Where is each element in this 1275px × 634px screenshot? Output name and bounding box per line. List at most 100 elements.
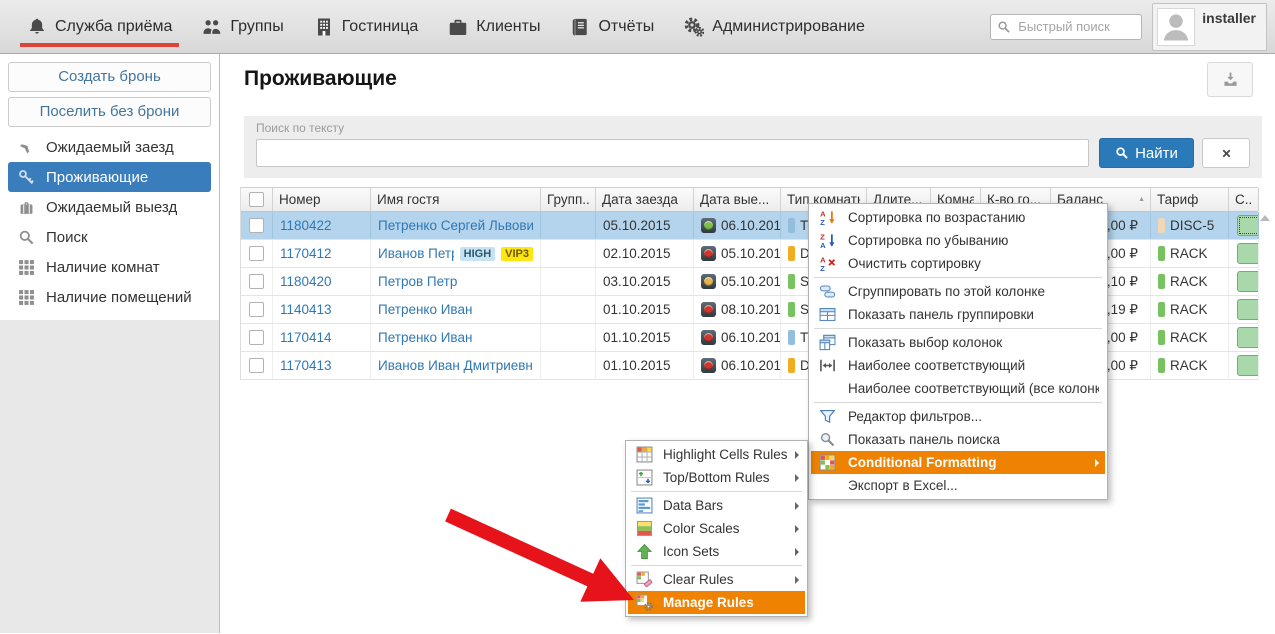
- tab-bell[interactable]: Служба приёма: [12, 0, 187, 53]
- column-label: Имя гостя: [377, 192, 439, 207]
- export-button[interactable]: [1207, 62, 1253, 97]
- guest-badge-vip: VIP3: [501, 247, 533, 261]
- column-header-number[interactable]: Номер: [273, 188, 371, 211]
- cell-arrival: 02.10.2015: [596, 240, 694, 267]
- menu-item-sort-descending[interactable]: ZAСортировка по убыванию: [811, 229, 1105, 252]
- guest-name-link[interactable]: Петренко Иван: [378, 330, 472, 345]
- row-checkbox[interactable]: [249, 274, 264, 289]
- menu-item-color-scales[interactable]: Color Scales: [628, 517, 805, 540]
- menu-item-export-excel[interactable]: Экспорт в Excel...: [811, 474, 1105, 497]
- status-light-green-icon: [701, 218, 716, 233]
- menu-item-conditional-formatting[interactable]: Conditional Formatting: [811, 451, 1105, 474]
- column-label: Тариф: [1157, 192, 1198, 207]
- tab-gears[interactable]: Администрирование: [669, 0, 880, 53]
- text-search-input[interactable]: [256, 139, 1089, 167]
- row-checkbox[interactable]: [249, 302, 264, 317]
- menu-item-sort-ascending[interactable]: AZСортировка по возрастанию: [811, 206, 1105, 229]
- cell-status: [1229, 324, 1259, 351]
- clear-search-button[interactable]: [1202, 138, 1250, 168]
- column-header-group[interactable]: Групп...: [541, 188, 596, 211]
- best-fit-icon: [819, 357, 836, 374]
- checkin-without-booking-button[interactable]: Поселить без брони: [8, 97, 211, 127]
- quick-search-input[interactable]: [990, 14, 1142, 40]
- submenu-arrow-icon: [795, 525, 799, 533]
- tab-label: Клиенты: [476, 18, 540, 36]
- guest-name-link[interactable]: Петров Петр: [378, 274, 457, 289]
- menu-item-group-by-column[interactable]: Сгруппировать по этой колонке: [811, 280, 1105, 303]
- cell-check[interactable]: [241, 324, 273, 351]
- cell-check[interactable]: [241, 296, 273, 323]
- menu-item-column-chooser[interactable]: Показать выбор колонок: [811, 331, 1105, 354]
- column-header-arrival[interactable]: Дата заезда: [596, 188, 694, 211]
- column-header-status[interactable]: С...: [1229, 188, 1259, 211]
- sidebar-item-1[interactable]: Проживающие: [8, 162, 211, 192]
- status-light-red-icon: [701, 302, 716, 317]
- row-checkbox[interactable]: [249, 358, 264, 373]
- sidebar-item-2[interactable]: Ожидаемый выезд: [8, 192, 211, 222]
- find-button[interactable]: Найти: [1099, 138, 1194, 168]
- tab-briefcase[interactable]: Клиенты: [433, 0, 555, 53]
- user-menu[interactable]: installer: [1152, 3, 1267, 51]
- avatar: [1157, 8, 1195, 46]
- sidebar-item-3[interactable]: Поиск: [8, 222, 211, 252]
- menu-item-clear-rules[interactable]: Clear Rules: [628, 568, 805, 591]
- guest-name-link[interactable]: Петренко Сергей Львович: [378, 218, 533, 233]
- tab-bar: Служба приёма Группы Гостиница Клиенты Отчёт…: [0, 0, 880, 53]
- highlight-cells-icon: [636, 446, 653, 463]
- tab-label: Группы: [230, 18, 283, 36]
- menu-item-best-fit[interactable]: Наиболее соответствующий: [811, 354, 1105, 377]
- row-checkbox[interactable]: [249, 218, 264, 233]
- guest-name-link[interactable]: Иванов Петр: [378, 246, 454, 261]
- menu-item-icon-sets[interactable]: Icon Sets: [628, 540, 805, 563]
- menu-item-best-fit-all[interactable]: Наиболее соответствующий (все колонки): [811, 377, 1105, 400]
- guest-name-link[interactable]: Петренко Иван: [378, 302, 472, 317]
- tab-book[interactable]: Отчёты: [555, 0, 669, 53]
- booking-number-link[interactable]: 1180422: [280, 218, 332, 233]
- cell-check[interactable]: [241, 212, 273, 239]
- menu-item-filter-editor[interactable]: Редактор фильтров...: [811, 405, 1105, 428]
- booking-number-link[interactable]: 1170412: [280, 246, 332, 261]
- menu-item-data-bars[interactable]: Data Bars: [628, 494, 805, 517]
- arrival-date: 01.10.2015: [603, 358, 671, 373]
- menu-item-sort-clear[interactable]: AZОчистить сортировку: [811, 252, 1105, 275]
- tab-building[interactable]: Гостиница: [299, 0, 434, 53]
- booking-number-link[interactable]: 1140413: [280, 302, 332, 317]
- menu-item-label: Сортировка по возрастанию: [848, 210, 1099, 225]
- status-light-yellow-icon: [701, 274, 716, 289]
- column-header-tariff[interactable]: Тариф: [1151, 188, 1229, 211]
- sidebar-item-4[interactable]: Наличие комнат: [8, 252, 211, 282]
- cond-format-icon: [819, 454, 836, 471]
- menu-item-top-bottom-rules[interactable]: Top/Bottom Rules: [628, 466, 805, 489]
- booking-number-link[interactable]: 1180420: [280, 274, 332, 289]
- column-header-departure[interactable]: Дата вые...: [694, 188, 781, 211]
- icon-spacer: [819, 477, 836, 494]
- cell-group: [541, 296, 596, 323]
- sidebar-item-0[interactable]: Ожидаемый заезд: [8, 132, 211, 162]
- tariff-pill: [1158, 358, 1165, 373]
- menu-item-highlight-cells-rules[interactable]: Highlight Cells Rules: [628, 443, 805, 466]
- submenu-arrow-icon: [795, 451, 799, 459]
- menu-item-show-group-panel[interactable]: Показать панель группировки: [811, 303, 1105, 326]
- menu-item-manage-rules[interactable]: Manage Rules: [628, 591, 805, 614]
- booking-number-link[interactable]: 1170414: [280, 330, 332, 345]
- sidebar-item-label: Проживающие: [46, 169, 148, 186]
- grid-context-menu: AZСортировка по возрастаниюZAСортировка …: [808, 203, 1108, 500]
- row-checkbox[interactable]: [249, 246, 264, 261]
- column-header-check[interactable]: [241, 188, 273, 211]
- guest-name-link[interactable]: Иванов Иван Дмитриевна: [378, 358, 533, 373]
- select-all-checkbox[interactable]: [249, 192, 264, 207]
- scrollbar-up-icon[interactable]: [1260, 215, 1270, 221]
- cell-check[interactable]: [241, 268, 273, 295]
- icon-sets-icon: [636, 543, 653, 560]
- sidebar-item-5[interactable]: Наличие помещений: [8, 282, 211, 312]
- sidebar-item-label: Наличие комнат: [46, 259, 160, 276]
- tab-users[interactable]: Группы: [187, 0, 298, 53]
- menu-item-show-search-panel[interactable]: Показать панель поиска: [811, 428, 1105, 451]
- create-booking-button[interactable]: Создать бронь: [8, 62, 211, 92]
- row-checkbox[interactable]: [249, 330, 264, 345]
- column-header-name[interactable]: Имя гостя: [371, 188, 541, 211]
- cell-check[interactable]: [241, 352, 273, 379]
- cell-check[interactable]: [241, 240, 273, 267]
- booking-number-link[interactable]: 1170413: [280, 358, 332, 373]
- quick-search: [990, 14, 1142, 40]
